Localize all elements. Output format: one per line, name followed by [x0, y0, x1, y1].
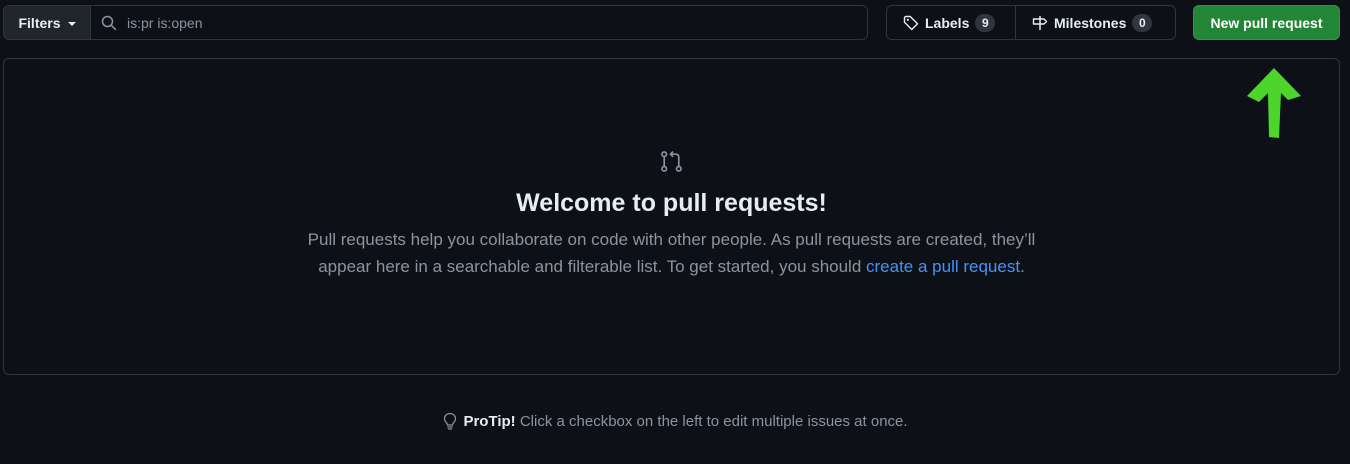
git-pull-request-icon [661, 151, 682, 172]
labels-label: Labels [925, 14, 970, 31]
blankslate-text-line1: Pull requests help you collaborate on co… [307, 230, 1036, 249]
protip-label: ProTip! [463, 412, 516, 430]
protip-text: ProTip! Click a checkbox on the left to … [463, 413, 907, 430]
tag-icon [903, 15, 919, 30]
protip: ProTip! Click a checkbox on the left to … [0, 412, 1350, 430]
labels-count: 9 [975, 13, 996, 32]
milestones-count: 0 [1132, 13, 1153, 32]
new-pull-request-label: New pull request [1210, 14, 1323, 31]
blankslate-description: Pull requests help you collaborate on co… [4, 226, 1339, 280]
filters-button[interactable]: Filters [4, 6, 91, 39]
create-pull-request-link[interactable]: create a pull request [866, 257, 1020, 276]
milestones-link[interactable]: Milestones 0 [1015, 6, 1175, 39]
milestone-icon [1032, 15, 1048, 30]
protip-message: Click a checkbox on the left to edit mul… [515, 412, 908, 430]
blankslate-heading: Welcome to pull requests! [516, 189, 827, 217]
new-pull-request-button[interactable]: New pull request [1193, 5, 1340, 40]
blankslate: Welcome to pull requests! Pull requests … [3, 58, 1340, 375]
blankslate-text-line2: appear here in a searchable and filterab… [318, 257, 867, 276]
blankslate-text-period: . [1020, 257, 1025, 276]
light-bulb-icon [444, 412, 457, 430]
caret-down-icon [67, 21, 76, 26]
search-icon [101, 15, 117, 30]
filters-label: Filters [18, 14, 61, 31]
search-box[interactable] [91, 6, 867, 39]
toolbar: Filters Labels 9 Milestones 0 [3, 5, 1340, 40]
labels-link[interactable]: Labels 9 [887, 6, 1015, 39]
search-input[interactable] [127, 14, 867, 31]
filter-group: Filters [3, 5, 868, 40]
labels-milestones-group: Labels 9 Milestones 0 [886, 5, 1176, 40]
milestones-label: Milestones [1054, 14, 1127, 31]
